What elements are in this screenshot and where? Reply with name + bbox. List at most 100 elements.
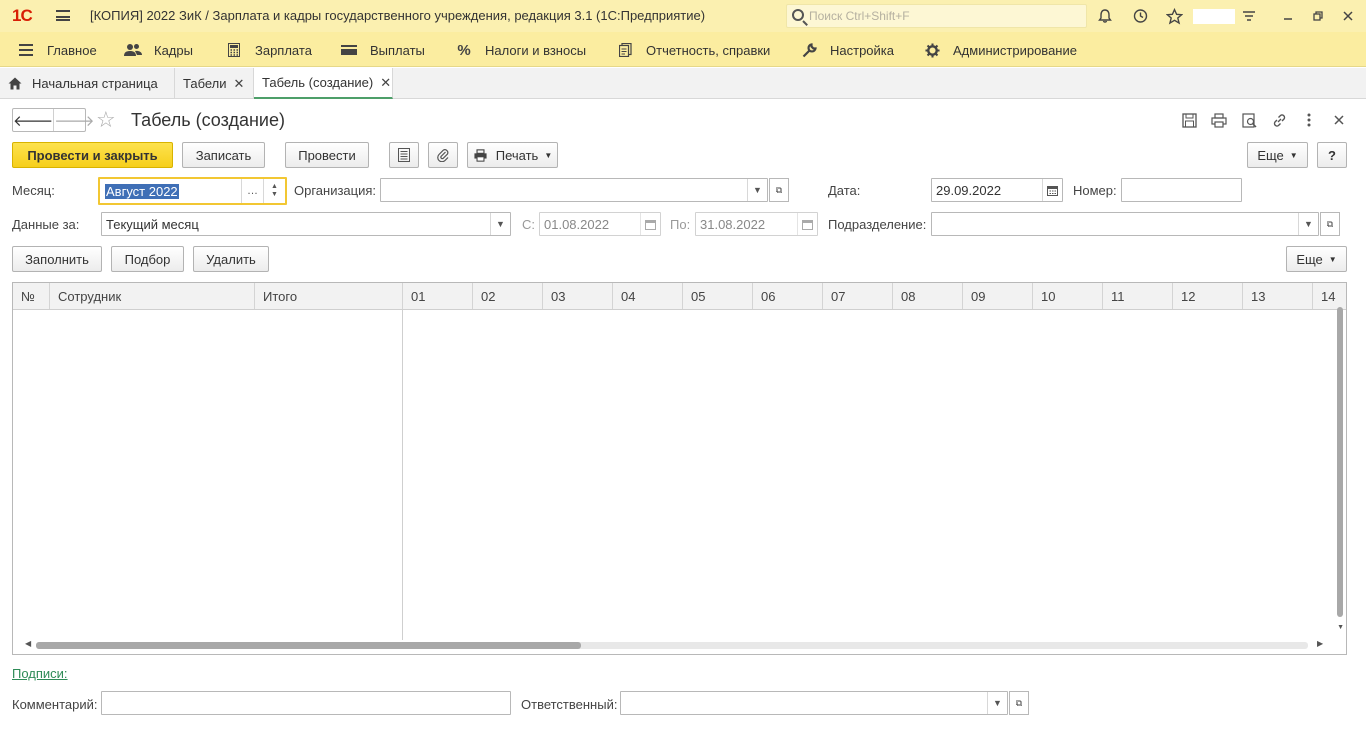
- calculator-icon: [225, 42, 243, 58]
- calendar-icon[interactable]: [1042, 179, 1062, 201]
- close-tab-icon[interactable]: ✕: [380, 75, 391, 91]
- document-structure-button[interactable]: [389, 142, 419, 168]
- department-field[interactable]: ▼: [931, 212, 1319, 236]
- dropdown-caret-icon[interactable]: ▼: [1298, 213, 1318, 235]
- from-date-field: 01.08.2022: [539, 212, 661, 236]
- scroll-right-icon[interactable]: ▶: [1317, 639, 1323, 648]
- column-header-day[interactable]: 03: [543, 283, 613, 309]
- back-arrow-icon[interactable]: 🡐: [13, 109, 53, 131]
- fill-button[interactable]: Заполнить: [12, 246, 102, 272]
- column-header-day[interactable]: 13: [1243, 283, 1313, 309]
- tab-label: Табель (создание): [262, 75, 374, 90]
- section-salary[interactable]: Зарплата: [225, 41, 312, 59]
- data-for-field[interactable]: Текущий месяц ▼: [101, 212, 511, 236]
- attachments-button[interactable]: [428, 142, 458, 168]
- column-header-day[interactable]: 14: [1313, 283, 1346, 309]
- tab-home[interactable]: Начальная страница: [0, 68, 175, 99]
- open-department-icon[interactable]: ⧉: [1320, 212, 1340, 236]
- post-button[interactable]: Провести: [285, 142, 369, 168]
- table-more-button[interactable]: Еще ▼: [1286, 246, 1347, 272]
- column-header-day[interactable]: 05: [683, 283, 753, 309]
- dropdown-caret-icon[interactable]: ▼: [490, 213, 510, 235]
- date-label: Дата:: [828, 183, 861, 198]
- 1c-logo[interactable]: 1С: [12, 6, 33, 26]
- column-header-day[interactable]: 12: [1173, 283, 1243, 309]
- section-main[interactable]: Главное: [17, 41, 97, 59]
- section-label: Зарплата: [255, 42, 312, 58]
- save-button[interactable]: Записать: [182, 142, 265, 168]
- organization-field[interactable]: ▼: [380, 178, 768, 202]
- pick-button[interactable]: Подбор: [111, 246, 184, 272]
- date-field[interactable]: 29.09.2022: [931, 178, 1063, 202]
- user-name-area[interactable]: [1193, 9, 1235, 24]
- search-input[interactable]: [809, 8, 1079, 24]
- list-icon: [398, 148, 410, 162]
- number-label: Номер:: [1073, 183, 1117, 198]
- restore-icon[interactable]: [1309, 7, 1327, 25]
- history-icon[interactable]: [1131, 7, 1149, 25]
- column-header-total[interactable]: Итого: [255, 283, 403, 309]
- scroll-left-icon[interactable]: ◀: [25, 639, 31, 648]
- spin-up-down-icon[interactable]: ▲ ▼: [263, 179, 285, 203]
- column-header-day[interactable]: 01: [403, 283, 473, 309]
- delete-button[interactable]: Удалить: [193, 246, 269, 272]
- open-organization-icon[interactable]: ⧉: [769, 178, 789, 202]
- number-field[interactable]: [1121, 178, 1242, 202]
- report-icon: [616, 42, 634, 58]
- favorites-star-icon[interactable]: [1165, 7, 1183, 25]
- help-button[interactable]: ?: [1317, 142, 1347, 168]
- settings-lines-icon[interactable]: [1240, 7, 1258, 25]
- more-button[interactable]: Еще ▼: [1247, 142, 1308, 168]
- section-taxes[interactable]: % Налоги и взносы: [455, 41, 586, 59]
- print-button[interactable]: Печать ▼: [467, 142, 558, 168]
- scroll-down-icon[interactable]: ▼: [1337, 624, 1344, 631]
- month-field[interactable]: Август 2022 … ▲ ▼: [98, 177, 287, 205]
- timesheet-table[interactable]: № Сотрудник Итого 01 02 03 04 05 06 07 0…: [12, 282, 1347, 655]
- column-header-day[interactable]: 02: [473, 283, 543, 309]
- preview-icon[interactable]: [1240, 111, 1258, 129]
- signatures-link[interactable]: Подписи:: [12, 666, 68, 681]
- column-header-day[interactable]: 06: [753, 283, 823, 309]
- dropdown-caret-icon[interactable]: ▼: [747, 179, 767, 201]
- save-disk-icon[interactable]: [1180, 111, 1198, 129]
- responsible-field[interactable]: ▼: [620, 691, 1008, 715]
- forward-arrow-icon[interactable]: 🡒: [53, 109, 94, 131]
- caret-down-icon: ▼: [1289, 150, 1298, 160]
- close-window-icon[interactable]: [1339, 7, 1357, 25]
- column-header-employee[interactable]: Сотрудник: [50, 283, 255, 309]
- column-header-day[interactable]: 09: [963, 283, 1033, 309]
- close-form-icon[interactable]: [1330, 111, 1348, 129]
- column-header-number[interactable]: №: [13, 283, 50, 309]
- vertical-scrollbar[interactable]: [1337, 307, 1343, 617]
- dropdown-caret-icon[interactable]: ▼: [987, 692, 1007, 714]
- post-and-close-button[interactable]: Провести и закрыть: [12, 142, 173, 168]
- more-vertical-icon[interactable]: [1300, 111, 1318, 129]
- printer-icon: [474, 148, 487, 162]
- minimize-icon[interactable]: [1279, 7, 1297, 25]
- column-header-day[interactable]: 04: [613, 283, 683, 309]
- section-label: Главное: [47, 42, 97, 58]
- column-header-day[interactable]: 08: [893, 283, 963, 309]
- bell-icon[interactable]: [1096, 7, 1114, 25]
- ellipsis-button[interactable]: …: [241, 179, 263, 203]
- tab-timesheet-create[interactable]: Табель (создание) ✕: [254, 68, 393, 99]
- section-settings[interactable]: Настройка: [800, 41, 894, 59]
- comment-field[interactable]: [101, 691, 511, 715]
- column-header-day[interactable]: 11: [1103, 283, 1173, 309]
- section-reports[interactable]: Отчетность, справки: [616, 41, 770, 59]
- column-header-day[interactable]: 10: [1033, 283, 1103, 309]
- section-hr[interactable]: Кадры: [124, 41, 193, 59]
- close-tab-icon[interactable]: ✕: [234, 76, 245, 92]
- favorite-star-icon[interactable]: ☆: [96, 108, 122, 132]
- section-payments[interactable]: Выплаты: [340, 41, 425, 59]
- open-responsible-icon[interactable]: ⧉: [1009, 691, 1029, 715]
- department-label: Подразделение:: [828, 217, 927, 232]
- column-header-day[interactable]: 07: [823, 283, 893, 309]
- section-admin[interactable]: Администрирование: [923, 41, 1077, 59]
- printer-icon[interactable]: [1210, 111, 1228, 129]
- main-menu-icon[interactable]: [56, 10, 70, 21]
- horizontal-scrollbar-thumb[interactable]: [36, 642, 581, 649]
- global-search[interactable]: [786, 4, 1087, 28]
- tab-timesheets[interactable]: Табели ✕: [175, 68, 254, 99]
- link-icon[interactable]: [1270, 111, 1288, 129]
